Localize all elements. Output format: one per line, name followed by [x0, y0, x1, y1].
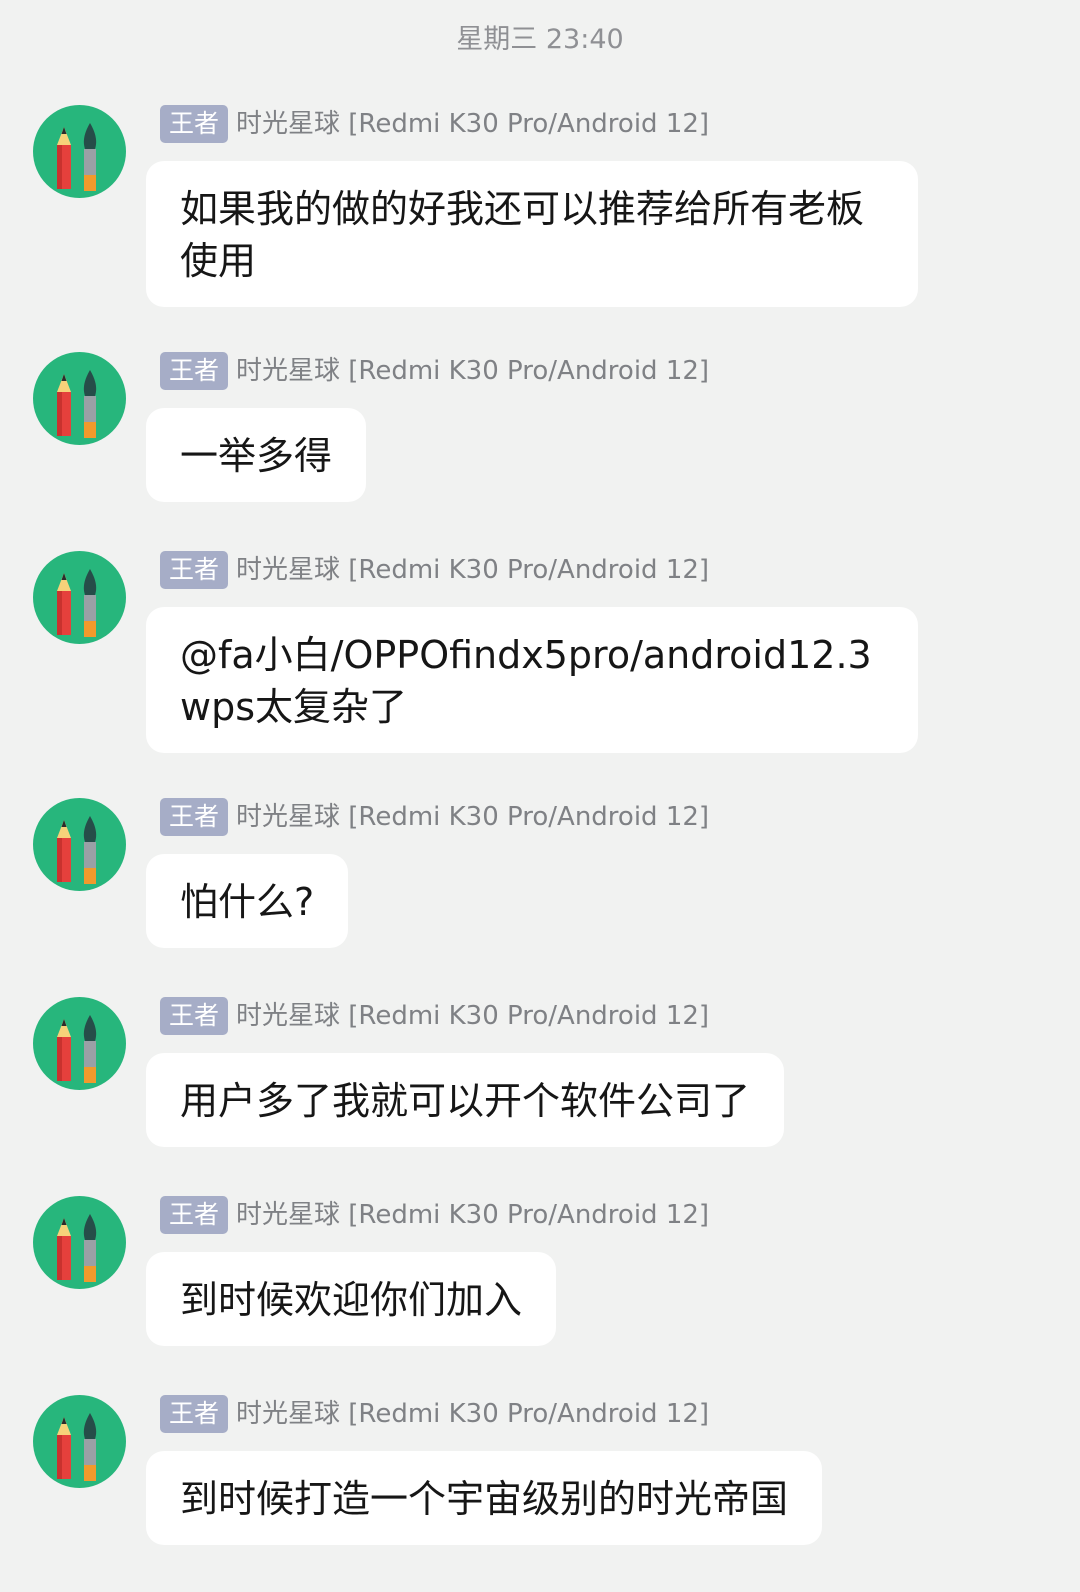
pencil-and-brush-icon	[57, 816, 97, 884]
message-bubble[interactable]: 用户多了我就可以开个软件公司了	[146, 1053, 785, 1147]
pencil-and-brush-icon	[57, 370, 97, 438]
sender-name[interactable]: 时光星球 [Redmi K30 Pro/Android 12]	[236, 997, 709, 1035]
level-badge: 王者	[160, 551, 229, 589]
sender-name[interactable]: 时光星球 [Redmi K30 Pro/Android 12]	[236, 1395, 709, 1433]
sender-name[interactable]: 时光星球 [Redmi K30 Pro/Android 12]	[236, 352, 709, 390]
message-meta: 王者 时光星球 [Redmi K30 Pro/Android 12]	[160, 551, 709, 589]
message-bubble[interactable]: 怕什么?	[146, 854, 349, 948]
pencil-and-brush-icon	[57, 1413, 97, 1481]
avatar[interactable]	[33, 551, 126, 644]
avatar[interactable]	[33, 352, 126, 445]
sender-name[interactable]: 时光星球 [Redmi K30 Pro/Android 12]	[236, 798, 709, 836]
message-meta: 王者 时光星球 [Redmi K30 Pro/Android 12]	[160, 105, 709, 143]
message-bubble[interactable]: 到时候打造一个宇宙级别的时光帝国	[146, 1451, 823, 1545]
message-bubble[interactable]: 一举多得	[146, 408, 367, 502]
chat-message: 王者 时光星球 [Redmi K30 Pro/Android 12] 一举多得	[0, 352, 1080, 508]
level-badge: 王者	[160, 798, 229, 836]
chat-message: 王者 时光星球 [Redmi K30 Pro/Android 12] 用户多了我…	[0, 997, 1080, 1153]
message-meta: 王者 时光星球 [Redmi K30 Pro/Android 12]	[160, 352, 709, 390]
avatar[interactable]	[33, 798, 126, 891]
sender-name[interactable]: 时光星球 [Redmi K30 Pro/Android 12]	[236, 1196, 709, 1234]
chat-message: 王者 时光星球 [Redmi K30 Pro/Android 12] 到时候打造…	[0, 1395, 1080, 1551]
avatar[interactable]	[33, 1395, 126, 1488]
message-meta: 王者 时光星球 [Redmi K30 Pro/Android 12]	[160, 798, 709, 836]
pencil-and-brush-icon	[57, 569, 97, 637]
sender-name[interactable]: 时光星球 [Redmi K30 Pro/Android 12]	[236, 551, 709, 589]
message-meta: 王者 时光星球 [Redmi K30 Pro/Android 12]	[160, 997, 709, 1035]
avatar[interactable]	[33, 1196, 126, 1289]
chat-message: 王者 时光星球 [Redmi K30 Pro/Android 12] 到时候欢迎…	[0, 1196, 1080, 1352]
message-meta: 王者 时光星球 [Redmi K30 Pro/Android 12]	[160, 1395, 709, 1433]
message-bubble[interactable]: 如果我的做的好我还可以推荐给所有老板 使用	[146, 161, 918, 307]
chat-message: 王者 时光星球 [Redmi K30 Pro/Android 12] 如果我的做…	[0, 105, 1080, 307]
level-badge: 王者	[160, 997, 229, 1035]
message-bubble[interactable]: 到时候欢迎你们加入	[146, 1252, 557, 1346]
chat-message: 王者 时光星球 [Redmi K30 Pro/Android 12] 怕什么?	[0, 798, 1080, 954]
message-bubble[interactable]: @fa小白/OPPOfindx5pro/android12.3 wps太复杂了	[146, 607, 918, 753]
chat-message: 王者 时光星球 [Redmi K30 Pro/Android 12] @fa小白…	[0, 551, 1080, 753]
pencil-and-brush-icon	[57, 123, 97, 191]
level-badge: 王者	[160, 1395, 229, 1433]
level-badge: 王者	[160, 105, 229, 143]
avatar[interactable]	[33, 997, 126, 1090]
pencil-and-brush-icon	[57, 1015, 97, 1083]
pencil-and-brush-icon	[57, 1214, 97, 1282]
level-badge: 王者	[160, 1196, 229, 1234]
chat-timestamp: 星期三 23:40	[456, 24, 624, 55]
message-meta: 王者 时光星球 [Redmi K30 Pro/Android 12]	[160, 1196, 709, 1234]
level-badge: 王者	[160, 352, 229, 390]
sender-name[interactable]: 时光星球 [Redmi K30 Pro/Android 12]	[236, 105, 709, 143]
avatar[interactable]	[33, 105, 126, 198]
